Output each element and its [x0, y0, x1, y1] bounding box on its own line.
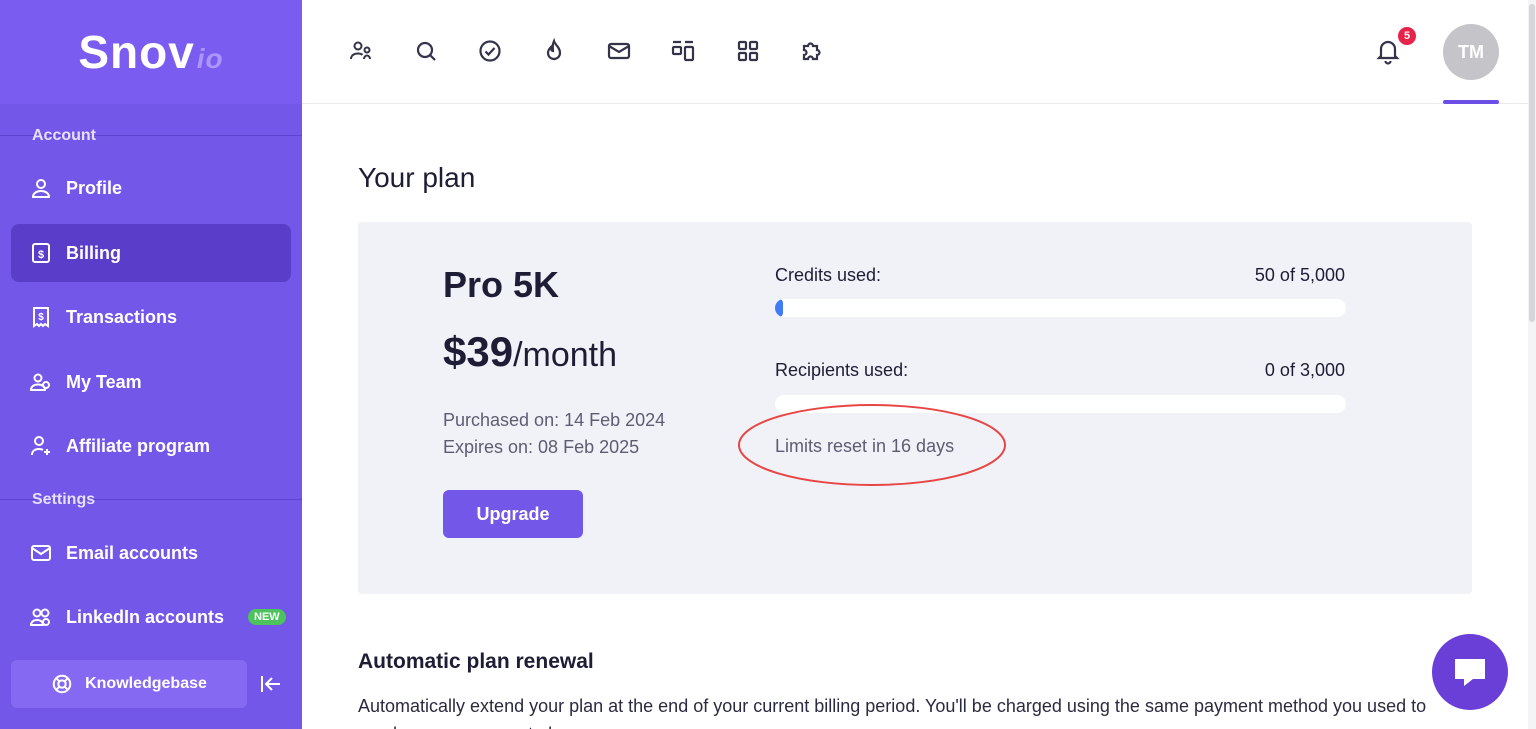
svg-text:$: $ — [38, 249, 44, 261]
sidebar-item-linkedin-accounts[interactable]: LinkedIn accounts NEW — [11, 588, 291, 646]
sidebar: Snovio Account Profile $ Billing $ Trans… — [0, 0, 302, 729]
sidebar-item-label: LinkedIn accounts — [66, 606, 225, 627]
sidebar-item-transactions[interactable]: $ Transactions — [11, 288, 291, 346]
upgrade-button[interactable]: Upgrade — [443, 490, 583, 538]
new-badge: NEW — [248, 609, 286, 625]
scrollbar[interactable] — [1528, 0, 1536, 729]
renewal-description: Automatically extend your plan at the en… — [358, 696, 1427, 729]
sidebar-item-label: Email accounts — [66, 542, 199, 563]
purchased-date: Purchased on: 14 Feb 2024 — [443, 410, 666, 430]
sidebar-item-label: Billing — [66, 242, 121, 263]
pipeline-icon[interactable] — [670, 38, 696, 64]
sidebar-item-billing[interactable]: $ Billing — [11, 224, 291, 282]
plan-name: Pro 5K — [443, 264, 560, 305]
sidebar-item-label: Affiliate program — [66, 435, 211, 456]
fire-icon[interactable] — [541, 38, 567, 64]
user-icon — [31, 179, 51, 198]
avatar-active-indicator — [1443, 100, 1499, 104]
scrollbar-thumb[interactable] — [1529, 4, 1535, 322]
snovio-logo[interactable]: Snovio — [78, 25, 223, 79]
search-icon[interactable] — [413, 38, 439, 64]
puzzle-icon[interactable] — [799, 38, 825, 64]
check-circle-icon[interactable] — [477, 38, 503, 64]
receipt-icon: $ — [33, 307, 49, 328]
annotation-circle — [738, 404, 1006, 486]
credits-progress-bar — [775, 299, 1346, 317]
sidebar-item-profile[interactable]: Profile — [11, 159, 291, 217]
mail-icon[interactable] — [606, 38, 632, 64]
knowledgebase-button[interactable]: Knowledgebase — [11, 660, 247, 708]
team-icon — [29, 373, 50, 391]
section-label-account: Account — [32, 127, 96, 144]
user-plus-icon — [31, 436, 50, 456]
notification-count-badge: 5 — [1398, 27, 1416, 45]
page-title: Your plan — [358, 162, 476, 193]
credits-used-label: Credits used: — [775, 265, 882, 285]
sidebar-item-email-accounts[interactable]: Email accounts — [11, 524, 291, 582]
prospects-icon[interactable] — [348, 38, 374, 64]
logo-bar: Snovio — [0, 0, 302, 104]
envelope-icon — [31, 545, 51, 561]
knowledgebase-label: Knowledgebase — [85, 675, 207, 692]
sidebar-item-affiliate[interactable]: Affiliate program — [11, 417, 291, 475]
recipients-used-label: Recipients used: — [775, 360, 909, 380]
bell-icon[interactable] — [1374, 36, 1402, 66]
sidebar-item-label: Transactions — [66, 306, 178, 327]
lifebuoy-icon — [52, 674, 72, 694]
dollar-document-icon: $ — [32, 243, 50, 263]
recipients-used-value: 0 of 3,000 — [1264, 360, 1345, 380]
section-label-settings: Settings — [32, 491, 96, 508]
avatar[interactable]: TM — [1443, 24, 1499, 80]
renewal-title: Automatic plan renewal — [358, 650, 594, 673]
svg-text:$: $ — [38, 312, 44, 323]
top-bar: 5 TM — [302, 0, 1528, 104]
sidebar-item-label: My Team — [66, 371, 142, 392]
chat-icon — [1455, 659, 1485, 686]
users-icon — [29, 608, 50, 626]
sidebar-item-my-team[interactable]: My Team — [11, 353, 291, 411]
credits-used-value: 50 of 5,000 — [1254, 265, 1345, 285]
expires-date: Expires on: 08 Feb 2025 — [443, 437, 640, 457]
apps-grid-icon[interactable] — [735, 38, 761, 64]
collapse-sidebar-icon[interactable] — [258, 672, 284, 696]
price-amount: $39 — [443, 328, 514, 375]
sidebar-item-label: Profile — [66, 177, 123, 198]
plan-price: $39/month — [443, 328, 617, 376]
chat-button[interactable] — [1432, 634, 1508, 710]
price-period: /month — [513, 336, 618, 374]
